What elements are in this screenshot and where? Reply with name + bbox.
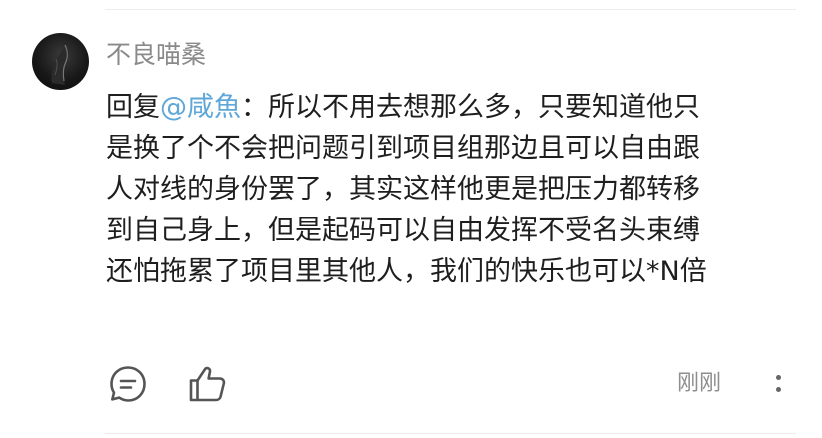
more-dot — [776, 387, 781, 392]
comment-line: 还怕拖累了项目里其他人，我们的快乐也可以*N倍 — [106, 256, 707, 287]
comment-button[interactable] — [106, 362, 150, 406]
comment-actions: 刚刚 — [0, 362, 822, 406]
comment-line: 人对线的身份罢了，其实这样他更是把压力都转移 — [106, 174, 700, 205]
reply-prefix: 回复 — [106, 92, 160, 123]
avatar-image — [51, 43, 70, 85]
username[interactable]: 不良喵桑 — [106, 38, 206, 72]
bottom-divider — [105, 433, 796, 434]
comment-line: 回复@咸魚：所以不用去想那么多，只要知道他只 — [106, 87, 796, 128]
timestamp: 刚刚 — [677, 371, 722, 396]
more-dot — [776, 375, 781, 380]
comment-line: 是换了个不会把问题引到项目组那边且可以自由跟 — [106, 133, 700, 164]
comment-bubble-icon — [110, 366, 146, 402]
thumbs-up-icon — [189, 366, 226, 402]
top-divider — [105, 9, 796, 10]
comment-line: 到自己身上，但是起码可以自由发挥不受名头束缚 — [106, 215, 700, 246]
comment-body: 回复@咸魚：所以不用去想那么多，只要知道他只 是换了个不会把问题引到项目组那边且… — [106, 87, 796, 292]
like-button[interactable] — [186, 362, 230, 406]
comment-text: ：所以不用去想那么多，只要知道他只 — [241, 92, 700, 123]
mention-link[interactable]: @咸魚 — [160, 92, 241, 123]
more-options-button[interactable] — [764, 366, 794, 402]
avatar[interactable] — [32, 33, 89, 90]
